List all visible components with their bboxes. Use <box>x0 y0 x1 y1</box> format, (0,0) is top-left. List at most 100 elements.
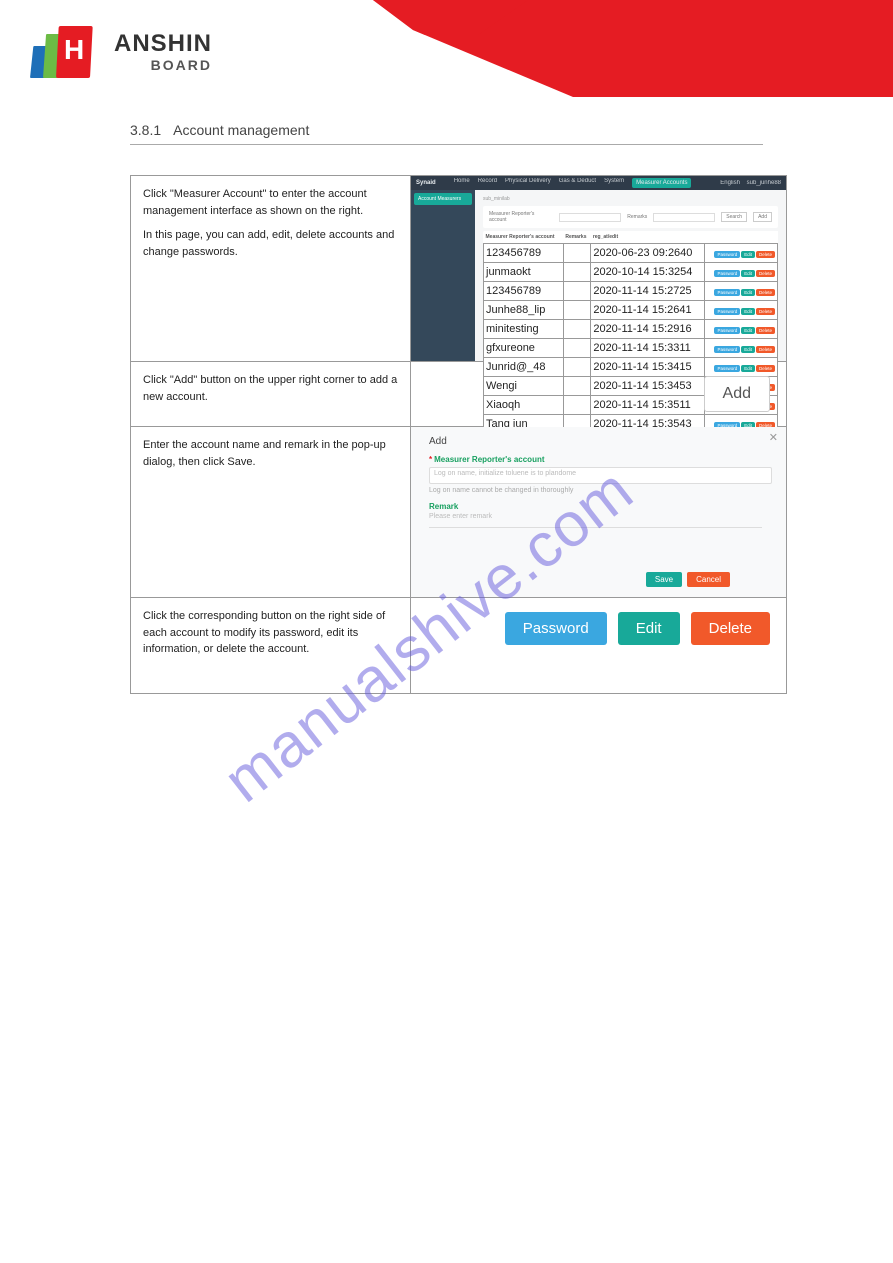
mini-edit-button[interactable]: Edit <box>741 327 755 334</box>
section-number: 3.8.1 <box>130 122 161 138</box>
step-1-line-1: Click "Measurer Account" to enter the ac… <box>143 186 398 219</box>
mini-password-button[interactable]: Password <box>714 289 740 296</box>
nav-record[interactable]: Record <box>478 178 497 188</box>
nav-system[interactable]: System <box>604 178 624 188</box>
th-remark: Remarks <box>563 231 590 244</box>
mini-edit-button[interactable]: Edit <box>741 251 755 258</box>
nav-measurer[interactable]: Measurer Accounts <box>632 178 691 188</box>
mini-password-button[interactable]: Password <box>714 308 740 315</box>
step-2-text: Click "Add" button on the upper right co… <box>131 362 411 427</box>
password-button[interactable]: Password <box>505 612 607 645</box>
add-modal: Add ✕ *Measurer Reporter's account Log o… <box>411 427 786 597</box>
search-label-account: Measurer Reporter's account <box>489 211 553 223</box>
modal-save-button[interactable]: Save <box>646 572 682 587</box>
search-input-remarks[interactable] <box>653 213 715 222</box>
edit-button[interactable]: Edit <box>618 612 680 645</box>
modal-buttons: Save Cancel <box>646 572 730 587</box>
cell-date: 2020-11-14 15:2916 <box>591 320 705 339</box>
add-button[interactable]: Add <box>704 376 770 412</box>
cell-account: junmaokt <box>484 263 564 282</box>
app-breadcrumb: sub_minilab <box>483 196 778 202</box>
cell-account: minitesting <box>484 320 564 339</box>
cell-remark <box>563 263 590 282</box>
sidebar-item-account[interactable]: Account Measurers <box>414 193 472 205</box>
modal-cancel-button[interactable]: Cancel <box>687 572 730 587</box>
nav-gas[interactable]: Gas & Deduct <box>559 178 596 188</box>
mini-delete-button[interactable]: Delete <box>756 308 775 315</box>
app-screenshot: Synaid Home Record Physical Delivery Gas… <box>411 176 786 361</box>
logo-word-2: BOARD <box>114 58 212 72</box>
step-4-screenshot: Password Edit Delete <box>411 598 787 694</box>
nav-physical[interactable]: Physical Delivery <box>505 178 551 188</box>
app-brand: Synaid <box>416 180 436 186</box>
app-nav: Home Record Physical Delivery Gas & Dedu… <box>454 178 692 188</box>
table-row: 123456789 2020-11-14 15:2725 PasswordEditD… <box>484 282 778 301</box>
th-date: reg_at/edit <box>591 231 705 244</box>
cell-actions: PasswordEditDelete <box>705 320 778 339</box>
cell-account: Junhe88_lip <box>484 301 564 320</box>
mini-delete-button[interactable]: Delete <box>756 270 775 277</box>
cell-actions: PasswordEditDelete <box>705 301 778 320</box>
steps-table: Click "Measurer Account" to enter the ac… <box>130 175 787 694</box>
cell-date: 2020-06-23 09:2640 <box>591 244 705 263</box>
mini-edit-button[interactable]: Edit <box>741 270 755 277</box>
search-button[interactable]: Search <box>721 212 747 222</box>
modal-label-account: *Measurer Reporter's account <box>429 455 776 464</box>
mini-password-button[interactable]: Password <box>714 251 740 258</box>
app-search-row: Measurer Reporter's account Remarks Sear… <box>489 211 772 223</box>
cell-account: 123456789 <box>484 282 564 301</box>
modal-input-remark[interactable]: Please enter remark <box>429 511 762 528</box>
banner-swoosh <box>373 0 893 97</box>
modal-input-account[interactable]: Log on name, initialize toluene is to pl… <box>429 467 772 484</box>
cell-date: 2020-11-14 15:2725 <box>591 282 705 301</box>
th-account: Measurer Reporter's account <box>484 231 564 244</box>
cell-remark <box>563 320 590 339</box>
search-input-account[interactable] <box>559 213 621 222</box>
cell-date: 2020-11-14 15:3311 <box>591 339 705 358</box>
logo: H ANSHIN BOARD <box>30 26 212 78</box>
cell-remark <box>563 301 590 320</box>
mini-delete-button[interactable]: Delete <box>756 251 775 258</box>
search-add-button[interactable]: Add <box>753 212 772 222</box>
table-row: Junhe88_lip2020-11-14 15:2641PasswordEdi… <box>484 301 778 320</box>
close-icon[interactable]: ✕ <box>769 431 778 444</box>
step-1-line-2: In this page, you can add, edit, delete … <box>143 227 398 260</box>
mini-password-button[interactable]: Password <box>714 270 740 277</box>
table-row: 1234567892020-06-23 09:2640PasswordEditD… <box>484 244 778 263</box>
app-user[interactable]: sub_junhe88 <box>747 180 781 186</box>
app-topbar: Synaid Home Record Physical Delivery Gas… <box>411 176 786 190</box>
search-label-remarks: Remarks <box>627 214 647 220</box>
app-lang[interactable]: English <box>720 180 740 186</box>
modal-title: Add <box>429 436 776 447</box>
table-row: minitesting2020-11-14 15:2916PasswordEdi… <box>484 320 778 339</box>
logo-mark-icon: H <box>30 26 100 78</box>
mini-password-button[interactable]: Password <box>714 346 740 353</box>
mini-delete-button[interactable]: Delete <box>756 327 775 334</box>
cell-remark <box>563 282 590 301</box>
cell-account: gfxureone <box>484 339 564 358</box>
mini-edit-button[interactable]: Edit <box>741 289 755 296</box>
cell-date: 2020-10-14 15:3254 <box>591 263 705 282</box>
app-sidebar: Account Measurers <box>411 190 475 361</box>
step-4-text: Click the corresponding button on the ri… <box>131 598 411 694</box>
cell-date: 2020-11-14 15:2641 <box>591 301 705 320</box>
mini-edit-button[interactable]: Edit <box>741 308 755 315</box>
logo-text: ANSHIN BOARD <box>114 32 212 72</box>
mini-edit-button[interactable]: Edit <box>741 346 755 353</box>
delete-button[interactable]: Delete <box>691 612 770 645</box>
logo-word-1: ANSHIN <box>114 30 212 57</box>
cell-actions: PasswordEditDelete <box>705 339 778 358</box>
nav-home[interactable]: Home <box>454 178 470 188</box>
table-row: gfxureone2020-11-14 15:3311PasswordEditD… <box>484 339 778 358</box>
mini-password-button[interactable]: Password <box>714 327 740 334</box>
mini-delete-button[interactable]: Delete <box>756 289 775 296</box>
action-buttons-row: Password Edit Delete <box>411 598 786 661</box>
step-1-text: Click "Measurer Account" to enter the ac… <box>131 176 411 362</box>
section-heading: 3.8.1 Account management <box>130 122 763 145</box>
mini-delete-button[interactable]: Delete <box>756 346 775 353</box>
section-title: Account management <box>173 122 309 138</box>
app-user-area: English sub_junhe88 <box>720 180 781 186</box>
app-main: sub_minilab Measurer Reporter's account … <box>475 190 786 361</box>
table-row: junmaokt 2020-10-14 15:3254 PasswordEditDe… <box>484 263 778 282</box>
cell-actions: PasswordEditDelete <box>705 244 778 263</box>
